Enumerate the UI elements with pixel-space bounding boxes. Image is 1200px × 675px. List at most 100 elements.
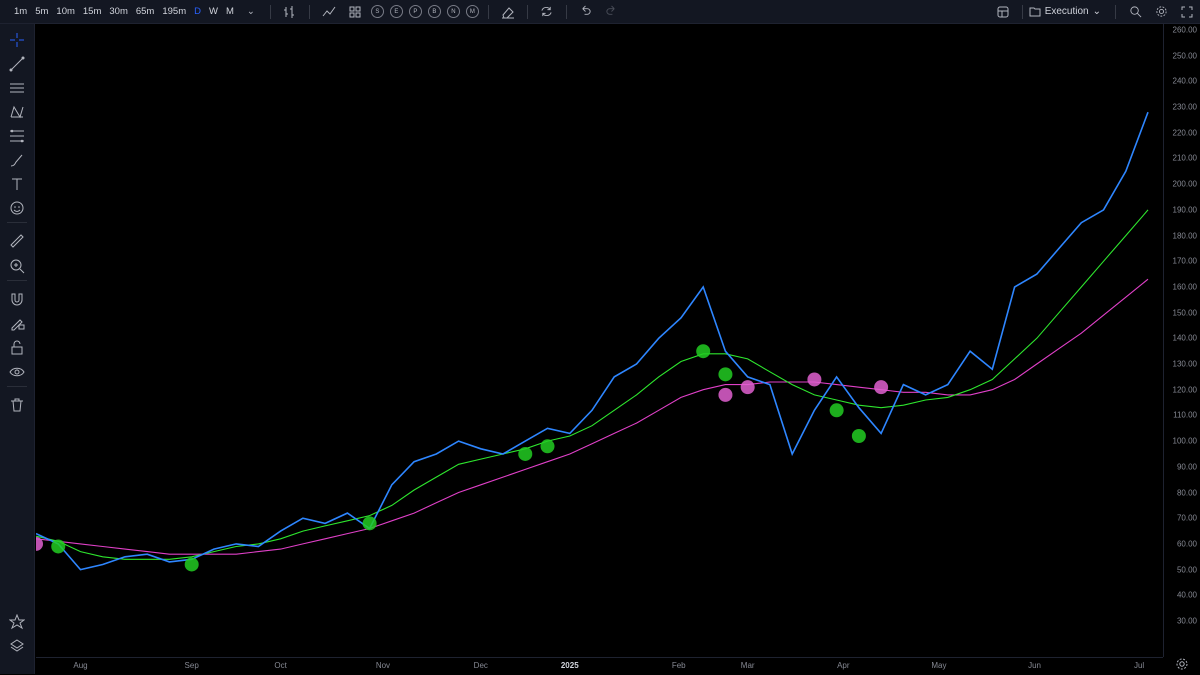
event-badge-e[interactable]: E <box>389 5 403 18</box>
time-tick-label: Dec <box>473 661 488 670</box>
parallel-channel-icon[interactable] <box>7 78 27 98</box>
zoom-in-icon[interactable] <box>7 256 27 276</box>
top-toolbar: 1m 5m 10m 15m 30m 65m 195m D W M ⌄ SEPBNM Executi… <box>0 0 1200 24</box>
signal-marker-pink[interactable] <box>807 372 822 387</box>
price-tick-label: 170.00 <box>1172 256 1197 266</box>
ruler-icon[interactable] <box>7 231 27 251</box>
price-tick-label: 40.00 <box>1176 590 1197 600</box>
price-tick-label: 90.00 <box>1176 462 1197 472</box>
price-tick-label: 220.00 <box>1172 128 1197 138</box>
signal-marker-green[interactable] <box>540 439 555 454</box>
layout-icon[interactable] <box>994 3 1012 21</box>
magnet-icon[interactable] <box>7 289 27 309</box>
time-tick-label: Sep <box>184 661 199 670</box>
search-icon[interactable] <box>1126 3 1144 21</box>
timeframe-10m[interactable]: 10m <box>52 6 78 17</box>
price-tick-label: 100.00 <box>1172 436 1197 446</box>
timeframe-d[interactable]: D <box>190 6 205 17</box>
crosshair-icon[interactable] <box>7 30 27 50</box>
event-badge-s[interactable]: S <box>370 5 384 18</box>
signal-marker-green[interactable] <box>696 344 711 359</box>
layout-selector[interactable]: Execution ⌄ <box>1029 6 1101 17</box>
fullscreen-icon[interactable] <box>1178 3 1196 21</box>
event-badges: SEPBNM <box>368 5 482 18</box>
trash-icon[interactable] <box>7 395 27 415</box>
eye-icon[interactable] <box>7 362 27 382</box>
refresh-icon[interactable] <box>538 3 556 21</box>
price-tick-label: 160.00 <box>1172 282 1197 292</box>
price-tick-label: 80.00 <box>1176 488 1197 498</box>
settings-gear-icon[interactable] <box>1152 3 1170 21</box>
timeframe-dropdown-chevron-icon[interactable]: ⌄ <box>242 3 260 21</box>
price-tick-label: 250.00 <box>1172 51 1197 61</box>
fib-retracement-icon[interactable] <box>7 126 27 146</box>
drawing-toolbar <box>0 24 35 674</box>
signal-marker-pink[interactable] <box>740 380 755 395</box>
indicators-icon[interactable] <box>320 3 338 21</box>
price-axis[interactable]: 260.00 250.00 240.00 230.00 220.00 210.00 200.… <box>1163 24 1200 657</box>
price-tick-label: 190.00 <box>1172 205 1197 215</box>
templates-grid-icon[interactable] <box>346 3 364 21</box>
brush-icon[interactable] <box>7 150 27 170</box>
price-tick-label: 230.00 <box>1172 102 1197 112</box>
signal-marker-green[interactable] <box>51 539 66 554</box>
price-chart[interactable] <box>36 24 1163 657</box>
axis-settings-gear-icon[interactable] <box>1175 657 1189 671</box>
unlock-icon[interactable] <box>7 338 27 358</box>
price-tick-label: 180.00 <box>1172 231 1197 241</box>
divider <box>565 4 567 19</box>
text-icon[interactable] <box>7 174 27 194</box>
price-tick-label: 200.00 <box>1172 179 1197 189</box>
time-tick-label: Oct <box>274 661 287 670</box>
undo-icon[interactable] <box>577 3 595 21</box>
price-tick-label: 260.00 <box>1172 25 1197 35</box>
signal-marker-green[interactable] <box>518 446 533 461</box>
time-axis[interactable]: Aug Sep Oct Nov Dec 2025 Feb Mar Apr May Jun Jul <box>36 657 1163 675</box>
redo-icon[interactable] <box>603 3 621 21</box>
time-tick-label: Jul <box>1133 661 1145 670</box>
eraser-icon[interactable] <box>499 3 517 21</box>
event-badge-m[interactable]: M <box>465 5 479 18</box>
timeframe-w[interactable]: W <box>205 6 222 17</box>
timeframe-30m[interactable]: 30m <box>105 6 131 17</box>
divider <box>7 386 27 387</box>
price-tick-label: 50.00 <box>1176 565 1197 575</box>
event-badge-p[interactable]: P <box>408 5 422 18</box>
price-tick-label: 140.00 <box>1172 333 1197 343</box>
event-badge-b[interactable]: B <box>427 5 441 18</box>
signal-marker-green[interactable] <box>184 557 199 572</box>
layout-name: Execution <box>1044 6 1089 17</box>
signal-marker-green[interactable] <box>851 428 866 443</box>
price-tick-label: 240.00 <box>1172 76 1197 86</box>
star-icon[interactable] <box>7 612 27 632</box>
divider <box>1115 4 1116 19</box>
toolbar-right: Execution ⌄ <box>990 0 1200 23</box>
divider <box>487 4 489 19</box>
signal-marker-pink[interactable] <box>874 380 889 395</box>
signal-marker-green[interactable] <box>362 516 377 531</box>
event-badge-n[interactable]: N <box>446 5 460 18</box>
timeframe-group: 1m 5m 10m 15m 30m 65m 195m D W M <box>0 6 238 17</box>
trend-line-icon[interactable] <box>7 54 27 74</box>
timeframe-15m[interactable]: 15m <box>79 6 105 17</box>
timeframe-1m[interactable]: 1m <box>10 6 31 17</box>
time-tick-label: Aug <box>73 661 88 670</box>
layers-icon[interactable] <box>7 636 27 656</box>
signal-marker-green[interactable] <box>829 403 844 418</box>
price-tick-label: 30.00 <box>1176 616 1197 626</box>
signal-marker-pink[interactable] <box>718 387 733 402</box>
pattern-icon[interactable] <box>7 102 27 122</box>
fast-ma-line <box>36 209 1149 560</box>
time-tick-label: 2025 <box>560 661 579 670</box>
chart-pane[interactable] <box>36 24 1163 657</box>
price-line <box>36 111 1149 571</box>
timeframe-m[interactable]: M <box>222 6 238 17</box>
timeframe-65m[interactable]: 65m <box>132 6 158 17</box>
price-tick-label: 110.00 <box>1173 410 1197 420</box>
lock-drawing-icon[interactable] <box>7 313 27 333</box>
emoji-icon[interactable] <box>7 198 27 218</box>
bar-style-icon[interactable] <box>281 3 299 21</box>
signal-marker-green[interactable] <box>718 367 733 382</box>
timeframe-5m[interactable]: 5m <box>31 6 52 17</box>
timeframe-195m[interactable]: 195m <box>158 6 190 17</box>
